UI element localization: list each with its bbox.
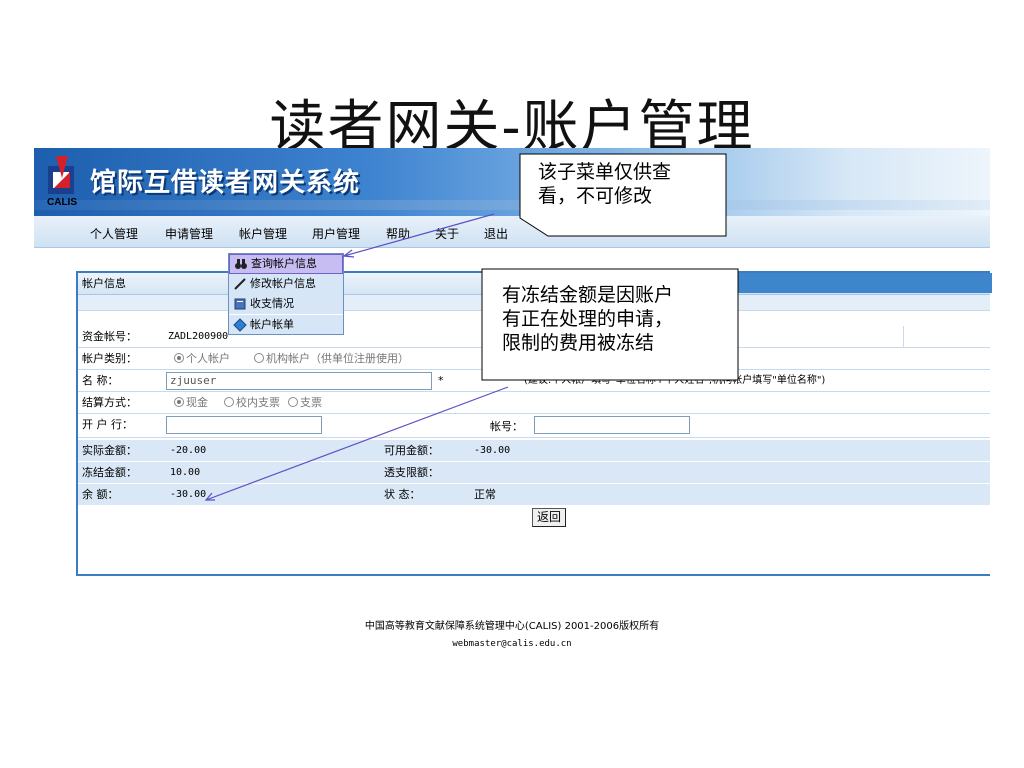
radio-internal-cheque-icon [224, 397, 234, 407]
name-label: 名 称： [82, 374, 119, 387]
menu-edit-account-label: 修改帐户信息 [250, 277, 316, 290]
banner-stripe [34, 200, 990, 210]
actual-value: -20.00 [170, 445, 207, 456]
bank-account-input[interactable] [534, 416, 690, 434]
menu-income-expense-label: 收支情况 [250, 297, 294, 310]
menu-account-bill[interactable]: 帐户帐单 [229, 314, 343, 334]
menu-income-expense[interactable]: 收支情况 [229, 294, 343, 314]
footer-copyright: 中国高等教育文献保障系统管理中心(CALIS) 2001-2006版权所有 [364, 621, 660, 632]
nav-logout[interactable]: 退出 [484, 225, 508, 242]
row-bank: 开 户 行： 帐号： [78, 414, 990, 438]
nav-account[interactable]: 帐户管理 [239, 225, 287, 242]
system-name: 馆际互借读者网关系统 [90, 168, 361, 198]
radio-org[interactable]: 机构帐户（供单位注册使用） [254, 348, 409, 370]
radio-cheque-label: 支票 [300, 396, 322, 409]
radio-internal-cheque-label: 校内支票 [236, 396, 280, 409]
main-nav: 个人管理 申请管理 帐户管理 用户管理 帮助 关于 退出 [34, 216, 990, 248]
radio-internal-cheque[interactable]: 校内支票 [224, 392, 280, 414]
account-submenu: 查询帐户信息 修改帐户信息 收支情况 帐户帐单 [228, 253, 344, 335]
row-actions: 返回 [78, 506, 990, 530]
logo-text: CALIS [47, 197, 77, 208]
frozen-note-line2: 有正在处理的申请， [502, 308, 674, 330]
available-label: 可用金额： [384, 444, 439, 457]
radio-cash-icon [174, 397, 184, 407]
status-label: 状 态： [384, 488, 421, 501]
back-button[interactable]: 返回 [532, 508, 567, 527]
row-frozen: 冻结金额： 10.00 透支限额： [78, 462, 990, 484]
row-settlement: 结算方式： 现金 校内支票 支票 [78, 392, 990, 414]
menu-account-bill-label: 帐户帐单 [250, 317, 294, 331]
calis-logo-icon [48, 156, 74, 194]
menu-query-account[interactable]: 查询帐户信息 [229, 254, 343, 274]
required-mark: * [438, 374, 444, 387]
nav-requests[interactable]: 申请管理 [165, 225, 213, 242]
frozen-note-line3: 限制的费用被冻结 [502, 332, 655, 354]
calis-logo: CALIS [44, 156, 80, 208]
menu-note-callout: 该子菜单仅供查 看，不可修改 [520, 154, 726, 236]
nav-about[interactable]: 关于 [435, 225, 459, 242]
frozen-value: 10.00 [170, 467, 201, 478]
system-banner: CALIS 馆际互借读者网关系统 [34, 148, 990, 216]
frozen-note-callout: 有冻结金额是因账户 有正在处理的申请， 限制的费用被冻结 [482, 269, 738, 380]
nav-help[interactable]: 帮助 [386, 225, 410, 242]
radio-cash-label: 现金 [186, 396, 208, 409]
account-type-label: 帐户类别： [82, 352, 137, 365]
menu-note-line1: 该子菜单仅供查 [538, 161, 672, 183]
frozen-label: 冻结金额： [82, 466, 137, 479]
name-input[interactable]: zjuuser [166, 372, 432, 390]
binoculars-icon [235, 259, 247, 269]
row-actual: 实际金额： -20.00 可用金额： -30.00 [78, 440, 990, 462]
footer-email[interactable]: webmaster@calis.edu.cn [0, 639, 1024, 649]
nav-personal[interactable]: 个人管理 [90, 225, 138, 242]
balance-value: -30.00 [170, 489, 207, 500]
overdraft-label: 透支限额： [384, 466, 439, 479]
menu-query-account-label: 查询帐户信息 [251, 257, 317, 270]
radio-personal[interactable]: 个人帐户 [174, 348, 230, 370]
bank-account-label: 帐号： [490, 420, 523, 433]
available-value: -30.00 [474, 445, 511, 456]
radio-org-label: 机构帐户（供单位注册使用） [266, 352, 409, 365]
bill-icon [233, 317, 247, 332]
row-balance: 余 额： -30.00 状 态： 正常 [78, 484, 990, 506]
menu-edit-account[interactable]: 修改帐户信息 [229, 274, 343, 294]
radio-cheque[interactable]: 支票 [288, 392, 322, 414]
nav-users[interactable]: 用户管理 [312, 225, 360, 242]
frozen-note-line1: 有冻结金额是因账户 [502, 284, 674, 306]
settle-label: 结算方式： [82, 396, 137, 409]
radio-org-icon [254, 353, 264, 363]
radio-cash[interactable]: 现金 [174, 392, 208, 414]
balance-label: 余 额： [82, 488, 119, 501]
radio-cheque-icon [288, 397, 298, 407]
actual-label: 实际金额： [82, 444, 137, 457]
status-value: 正常 [474, 488, 496, 501]
radio-personal-label: 个人帐户 [186, 352, 230, 365]
pen-icon [234, 278, 246, 290]
bank-input[interactable] [166, 416, 322, 434]
radio-personal-icon [174, 353, 184, 363]
book-icon [234, 298, 246, 310]
menu-note-line2: 看，不可修改 [538, 185, 653, 207]
bank-label: 开 户 行： [82, 418, 133, 431]
panel-title: 帐户信息 [82, 277, 126, 290]
